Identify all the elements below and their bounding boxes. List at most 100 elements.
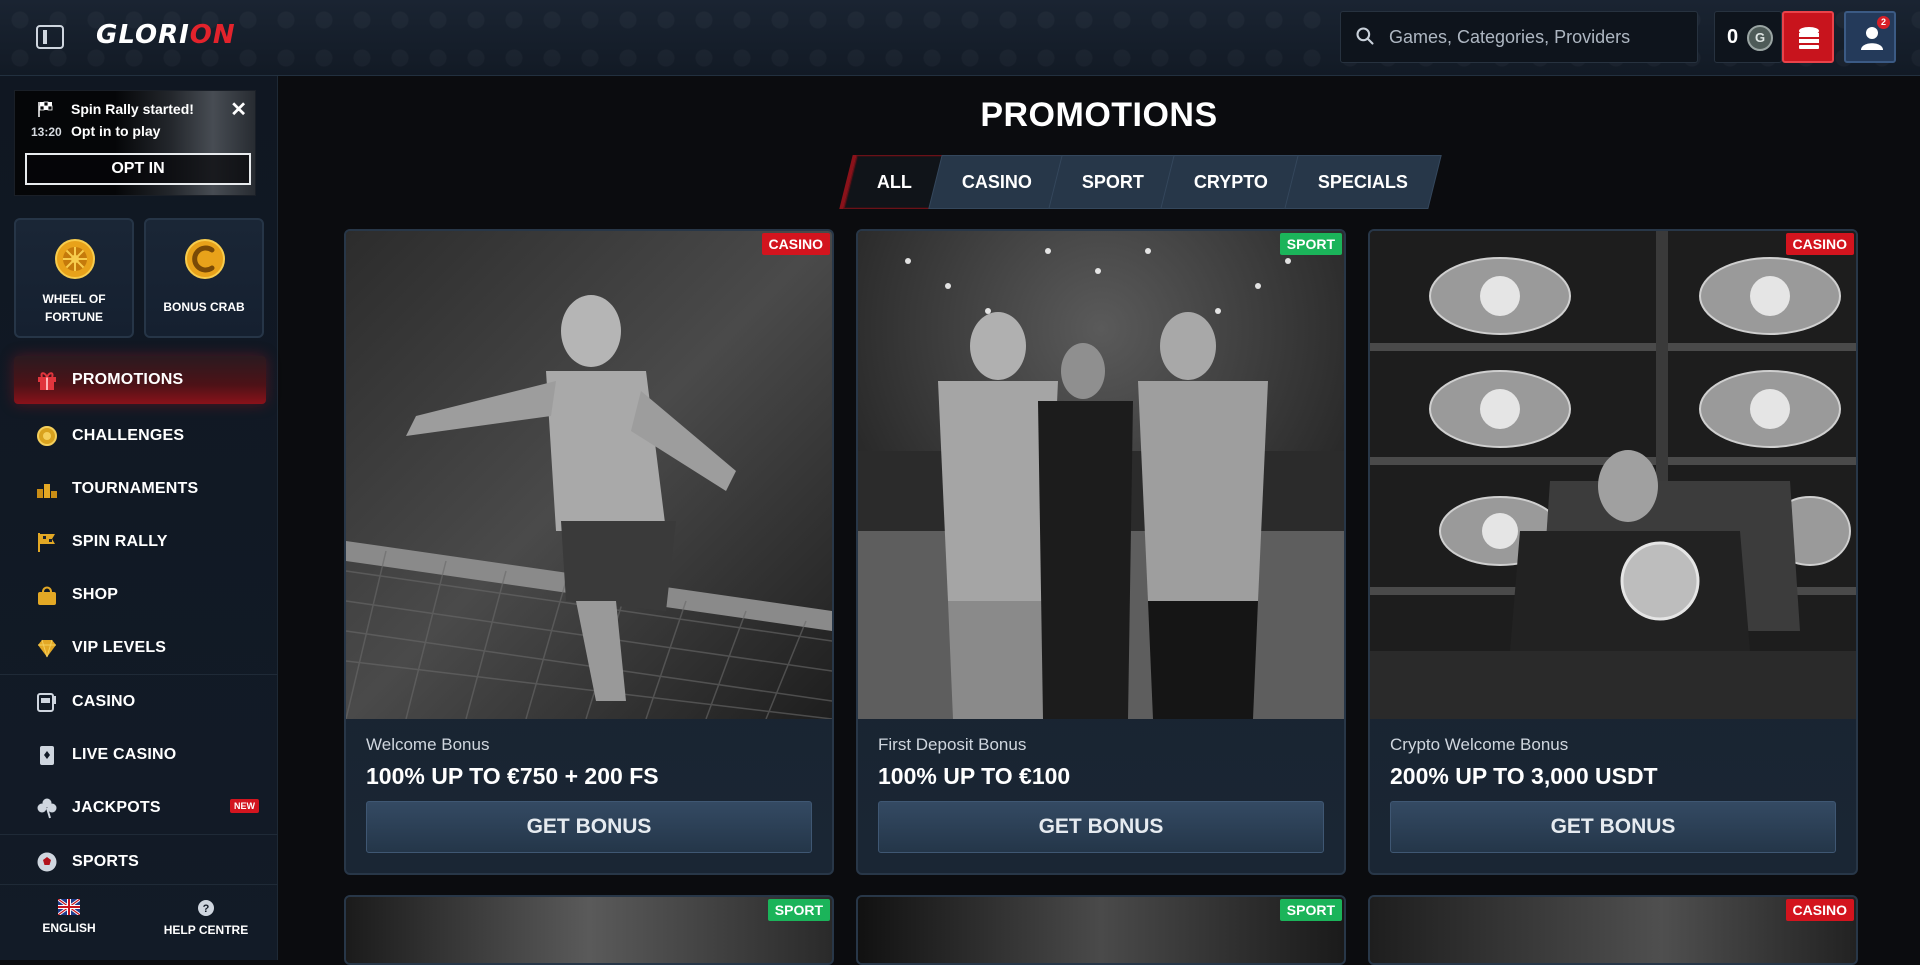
category-badge: CASINO	[761, 233, 830, 255]
promo-card-first-deposit[interactable]: SPORT First Deposit Bonus 100% UP TO €10…	[856, 229, 1346, 875]
promo-card-welcome[interactable]: CASINO Welcome Bonus 100% UP TO €750 + 2…	[344, 229, 834, 875]
slot-machine-icon	[37, 692, 56, 712]
tab-crypto[interactable]: CRYPTO	[1160, 155, 1302, 209]
get-bonus-button[interactable]: GET BONUS	[1390, 801, 1836, 853]
tab-label: CRYPTO	[1194, 171, 1269, 192]
search-box[interactable]	[1340, 11, 1698, 63]
help-centre-link[interactable]: ? HELP CENTRE	[146, 899, 266, 939]
tab-label: ALL	[877, 171, 912, 192]
sidebar-item-challenges[interactable]: CHALLENGES	[0, 409, 278, 462]
category-badge: SPORT	[767, 899, 830, 921]
tile-wheel-of-fortune[interactable]: WHEEL OF FORTUNE	[14, 218, 134, 338]
spin-rally-subtitle: Opt in to play	[71, 123, 161, 139]
category-badge: SPORT	[1279, 899, 1342, 921]
sidebar-item-label: VIP LEVELS	[72, 638, 167, 656]
sidebar-item-tournaments[interactable]: TOURNAMENTS	[0, 462, 278, 515]
wheel-icon	[55, 239, 95, 279]
sidebar-nav: PROMOTIONS CHALLENGES TOURNAMENTS SPIN R…	[0, 356, 278, 888]
tab-label: SPORT	[1082, 171, 1145, 192]
promo-image: CASINO	[1370, 897, 1856, 963]
promo-image: SPORT	[858, 897, 1344, 963]
sidebar-footer: ENGLISH ? HELP CENTRE	[0, 884, 278, 960]
promotion-tabs: ALL CASINO SPORT CRYPTO SPECIALS	[843, 155, 1442, 209]
promo-card-row2-2[interactable]: SPORT	[856, 895, 1346, 965]
get-bonus-button[interactable]: GET BONUS	[366, 801, 812, 853]
clover-icon	[37, 798, 57, 818]
sidebar-item-label: PROMOTIONS	[72, 371, 184, 388]
promo-image-fighter: CASINO	[346, 231, 832, 719]
help-centre-label: HELP CENTRE	[163, 923, 249, 937]
notification-badge: 2	[1877, 16, 1890, 29]
sidebar-item-live-casino[interactable]: LIVE CASINO	[0, 728, 278, 781]
tab-sport[interactable]: SPORT	[1048, 155, 1178, 209]
close-icon[interactable]: ✕	[230, 97, 247, 122]
coin-stack-icon	[1799, 27, 1819, 49]
balance-display[interactable]: 0 G	[1714, 11, 1782, 63]
top-bar: GLORION 0 G 2	[0, 0, 1920, 76]
podium-icon	[37, 483, 57, 498]
ball-icon	[37, 852, 57, 871]
language-selector[interactable]: ENGLISH	[9, 899, 129, 937]
sidebar-item-label: JACKPOTS	[72, 798, 161, 816]
category-badge: SPORT	[1279, 233, 1342, 255]
tab-casino[interactable]: CASINO	[928, 155, 1066, 209]
sidebar-item-label: SPORTS	[72, 852, 139, 870]
category-badge: CASINO	[1785, 899, 1854, 921]
crab-coin-icon	[185, 239, 225, 279]
promo-subtitle: First Deposit Bonus	[878, 735, 1027, 754]
sidebar-item-label: CASINO	[72, 692, 136, 710]
diamond-icon	[38, 639, 56, 657]
spin-rally-time: 13:20	[31, 125, 62, 139]
sidebar-item-shop[interactable]: SHOP	[0, 568, 278, 621]
sidebar-item-casino[interactable]: CASINO	[0, 675, 278, 728]
sidebar-item-label: TOURNAMENTS	[72, 479, 199, 497]
logo-accent-text: ON	[189, 20, 236, 50]
account-button[interactable]: 2	[1844, 11, 1896, 63]
sidebar-item-label: SPIN RALLY	[72, 532, 168, 550]
promo-title: 200% UP TO 3,000 USDT	[1390, 763, 1658, 789]
spin-rally-banner: Spin Rally started! 13:20 Opt in to play…	[14, 90, 256, 196]
language-label: ENGLISH	[42, 921, 96, 935]
svg-text:?: ?	[203, 903, 210, 915]
new-badge: NEW	[230, 799, 259, 813]
promo-subtitle: Welcome Bonus	[366, 735, 490, 754]
help-icon: ?	[198, 900, 214, 916]
flag-icon	[38, 532, 55, 552]
promo-image-faceoff: SPORT	[858, 231, 1344, 719]
tab-label: SPECIALS	[1318, 171, 1409, 192]
promo-card-row2-3[interactable]: CASINO	[1368, 895, 1858, 965]
cashier-button[interactable]	[1782, 11, 1834, 63]
sidebar-item-promotions[interactable]: PROMOTIONS	[14, 356, 266, 404]
sidebar-item-label: CHALLENGES	[72, 426, 185, 444]
coin-icon: G	[1747, 25, 1773, 51]
user-icon	[1861, 27, 1883, 50]
sidebar-item-vip-levels[interactable]: VIP LEVELS	[0, 621, 278, 674]
sidebar-item-label: SHOP	[72, 585, 119, 603]
logo-main-text: GLORI	[96, 20, 190, 50]
promo-subtitle: Crypto Welcome Bonus	[1390, 735, 1569, 754]
promo-card-row2-1[interactable]: SPORT	[344, 895, 834, 965]
category-badge: CASINO	[1785, 233, 1854, 255]
opt-in-button[interactable]: OPT IN	[25, 153, 251, 185]
promo-card-crypto[interactable]: CASINO Crypto Welcome Bonus 200% UP TO 3…	[1368, 229, 1858, 875]
card-icon	[40, 745, 54, 765]
tile-bonus-crab[interactable]: BONUS CRAB	[144, 218, 264, 338]
sidebar-toggle-icon[interactable]	[36, 25, 64, 49]
promo-title: 100% UP TO €100	[878, 763, 1071, 789]
medal-icon	[37, 425, 57, 446]
search-input[interactable]	[1389, 12, 1689, 62]
promo-image-belts: CASINO	[1370, 231, 1856, 719]
logo[interactable]: GLORION	[96, 20, 236, 50]
sidebar-item-sports[interactable]: SPORTS	[0, 835, 278, 888]
search-icon	[1356, 27, 1374, 45]
tab-specials[interactable]: SPECIALS	[1284, 155, 1442, 209]
spin-rally-title: Spin Rally started!	[71, 101, 194, 117]
sidebar-item-jackpots[interactable]: JACKPOTS NEW	[0, 781, 278, 834]
gift-icon	[38, 372, 56, 390]
tile-label: BONUS CRAB	[163, 300, 245, 314]
get-bonus-button[interactable]: GET BONUS	[878, 801, 1324, 853]
sidebar: Spin Rally started! 13:20 Opt in to play…	[0, 76, 278, 960]
promo-title: 100% UP TO €750 + 200 FS	[366, 763, 659, 789]
tile-label: WHEEL OF FORTUNE	[42, 292, 106, 324]
sidebar-item-spin-rally[interactable]: SPIN RALLY	[0, 515, 278, 568]
